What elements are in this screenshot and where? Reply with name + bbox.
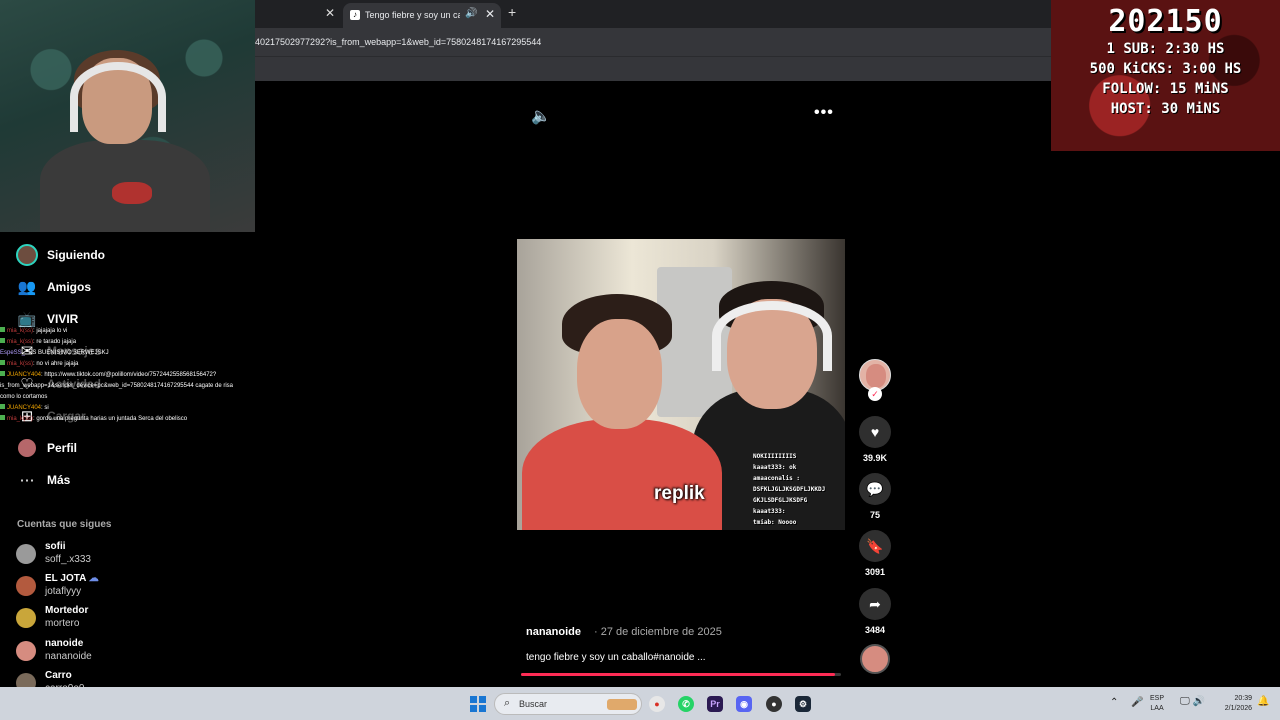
avatar <box>16 640 36 661</box>
followed-account[interactable]: EL JOTA ☁ jotaflyyy <box>16 573 99 598</box>
chat-message: EspeSS_: ES BUENISIMO 3ERWEJSKJ <box>0 350 109 356</box>
followed-account[interactable]: Mortedor mortero <box>16 605 88 630</box>
stream-goals-overlay: 202150 1 SUB: 2:30 HS 500 KiCKS: 3:00 HS… <box>1051 0 1280 151</box>
more-options-icon[interactable]: ••• <box>814 104 834 122</box>
chat-message: is_from_webapp=1&sender_device=pc&web_id… <box>0 383 234 389</box>
sidebar-item-perfil[interactable]: Perfil <box>16 436 77 460</box>
profile-icon <box>16 437 38 459</box>
search-highlight-icon <box>607 699 637 710</box>
comment-icon: 💬 <box>859 473 891 505</box>
avatar <box>16 543 36 564</box>
tray-chevron-up-icon[interactable]: ⌃ <box>1110 697 1118 708</box>
avatar <box>16 575 36 596</box>
overlay-line-sub: 1 SUB: 2:30 HS <box>1106 41 1225 57</box>
bookmarks-bar <box>255 56 1051 81</box>
sidebar-item-amigos[interactable]: 👥 Amigos <box>16 275 91 299</box>
search-placeholder: Buscar <box>519 699 548 709</box>
verified-icon: ☁ <box>88 573 99 584</box>
search-icon: ⌕ <box>504 697 511 709</box>
overlay-line-follow: FOLLOW: 15 MiNS <box>1102 81 1229 97</box>
chat-message: JUANCY404: https://www.tiktok.com/@polil… <box>0 370 258 381</box>
chat-message: mia_k(ss): gordo una pregunta harias un … <box>0 414 258 425</box>
webcam-shirt-logo <box>112 182 152 204</box>
prev-tab-close-icon[interactable]: ✕ <box>325 6 335 20</box>
overlay-line-host: HOST: 30 MiNS <box>1110 101 1221 117</box>
follow-check-icon[interactable]: ✓ <box>868 387 882 401</box>
steam-icon[interactable]: ⚙ <box>795 696 811 712</box>
sidebar-item-label: Amigos <box>47 280 92 294</box>
video-date: · 27 de diciembre de 2025 <box>594 626 722 638</box>
sidebar-item-siguiendo[interactable]: Siguiendo <box>16 243 105 267</box>
tab-close-icon[interactable]: ✕ <box>485 7 495 21</box>
followed-account[interactable]: sofii soff_.x333 <box>16 541 91 566</box>
sidebar-item-label: Perfil <box>47 441 78 455</box>
chrome-icon[interactable]: ● <box>649 696 665 712</box>
tray-network-volume-icons[interactable]: 🖵🔊 <box>1180 696 1208 707</box>
avatar <box>16 607 36 628</box>
music-disc-avatar[interactable] <box>860 644 890 674</box>
save-count: 3091 <box>864 567 886 577</box>
video-progress-bar[interactable] <box>521 673 841 676</box>
tab-active[interactable]: ♪ Tengo fiebre y soy un caballo 🔊 ✕ <box>343 3 501 28</box>
comment-count: 75 <box>869 510 880 520</box>
sidebar-item-label: Siguiendo <box>47 248 105 262</box>
discord-icon[interactable]: ◉ <box>736 696 752 712</box>
overlay-line-kicks: 500 KiCKS: 3:00 HS <box>1089 61 1242 77</box>
share-count: 3484 <box>864 625 886 635</box>
tray-clock[interactable]: 20:39 2/1/2026 <box>1214 694 1252 714</box>
chat-message: mia_k(ss): re tarado jajaja <box>0 337 258 348</box>
taskbar-search-input[interactable]: ⌕ Buscar <box>494 693 642 715</box>
video-author[interactable]: nananoide <box>526 626 581 638</box>
bookmark-icon: 🔖 <box>859 530 891 562</box>
webcam-headset <box>70 62 166 132</box>
followed-account[interactable]: nanoide nananoide <box>16 638 92 663</box>
sidebar-item-label: VIVIR <box>47 312 79 326</box>
whatsapp-icon[interactable]: ✆ <box>678 696 694 712</box>
streamer-webcam <box>0 0 255 232</box>
browser-tab-bar: ✕ ♪ Tengo fiebre y soy un caballo 🔊 ✕ + <box>255 0 1051 28</box>
video-caption: replik <box>654 483 705 504</box>
sidebar-item-label: Más <box>47 473 71 487</box>
tiktok-favicon-icon: ♪ <box>350 10 360 20</box>
address-bar[interactable]: 40217502977292?is_from_webapp=1&web_id=7… <box>255 28 1051 56</box>
share-button[interactable]: ➦ 3484 <box>857 588 893 635</box>
following-avatar-icon <box>16 244 38 266</box>
new-tab-plus-icon[interactable]: + <box>508 4 516 20</box>
premiere-icon[interactable]: Pr <box>707 696 723 712</box>
chat-message: JUANCY404: si <box>0 403 258 414</box>
tray-mic-icon[interactable]: 🎤 <box>1131 697 1143 708</box>
volume-icon[interactable]: 🔈 <box>531 106 551 126</box>
tab-audio-icon[interactable]: 🔊 <box>465 8 477 19</box>
tray-language[interactable]: ESP LAA <box>1150 694 1164 714</box>
overlay-counter: 202150 <box>1108 4 1223 39</box>
url-text[interactable]: 40217502977292?is_from_webapp=1&web_id=7… <box>255 37 541 47</box>
like-button[interactable]: ♥ 39.9K <box>857 416 893 463</box>
video-stream-chat: NOKIIIIIIIIS kaaat333: ok amaaconalis : … <box>753 453 826 526</box>
share-icon: ➦ <box>859 588 891 620</box>
following-accounts-title: Cuentas que sigues <box>17 519 112 530</box>
video-description[interactable]: tengo fiebre y soy un caballo#nanoide ..… <box>526 652 706 663</box>
heart-icon: ♥ <box>859 416 891 448</box>
more-icon: ⋯ <box>19 472 35 489</box>
video-player[interactable]: replik NOKIIIIIIIIS kaaat333: ok amaacon… <box>517 239 845 530</box>
chat-message: mia_k(ss): no vi ahre jajaja <box>0 359 258 370</box>
chat-message: mia_k(ss): jajajaja lo vi <box>0 326 258 337</box>
comment-button[interactable]: 💬 75 <box>857 473 893 520</box>
chat-message: como lo cortamos <box>0 394 48 400</box>
video-progress-fill <box>521 673 835 676</box>
notification-bell-icon[interactable]: 🔔 <box>1257 696 1269 707</box>
obs-icon[interactable]: ● <box>766 696 782 712</box>
sidebar-item-mas[interactable]: ⋯ Más <box>16 468 71 492</box>
like-count: 39.9K <box>862 453 888 463</box>
windows-start-icon[interactable] <box>470 696 486 712</box>
stream-chat-overlay: mia_k(ss): jajajaja lo vi mia_k(ss): re … <box>0 326 258 425</box>
tab-title: Tengo fiebre y soy un caballo <box>365 10 460 20</box>
save-button[interactable]: 🔖 3091 <box>857 530 893 577</box>
friends-icon: 👥 <box>17 279 37 296</box>
